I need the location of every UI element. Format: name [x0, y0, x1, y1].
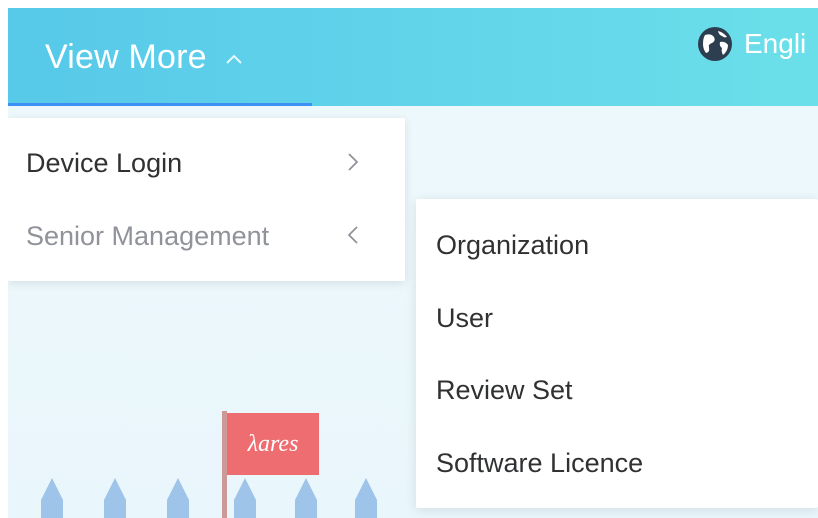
submenu-item-software-licence[interactable]: Software Licence [416, 427, 818, 499]
menu-item-label: Senior Management [26, 220, 270, 251]
chevron-left-icon [347, 226, 358, 244]
globe-icon [698, 27, 732, 61]
active-tab-underline [8, 103, 312, 106]
flag-text: λares [247, 430, 299, 457]
submenu-item-label: Review Set [436, 374, 573, 405]
decorative-pencil-body [355, 500, 377, 518]
menu-item-senior-management[interactable]: Senior Management [8, 200, 405, 272]
decorative-pencil-body [41, 500, 63, 518]
flag-logo: λares [227, 413, 319, 475]
decorative-pencil-body [234, 500, 256, 518]
decorative-pencil-body [104, 500, 126, 518]
decorative-pencil [104, 478, 126, 500]
decorative-pencil-body [295, 500, 317, 518]
submenu-item-label: Software Licence [436, 447, 644, 478]
decorative-pencil [355, 478, 377, 500]
menu-item-label: Device Login [26, 147, 183, 178]
chevron-right-icon [348, 153, 359, 171]
submenu-item-label: Organization [436, 229, 590, 260]
menu-item-device-login[interactable]: Device Login [8, 127, 405, 199]
decorative-pencil-body [167, 500, 189, 518]
submenu-item-user[interactable]: User [416, 282, 818, 354]
decorative-pencil [41, 478, 63, 500]
top-header: View More Engli [8, 8, 818, 106]
view-more-menu-button[interactable]: View More [8, 8, 312, 106]
view-more-label: View More [45, 37, 207, 76]
chevron-up-icon [226, 54, 242, 64]
submenu-item-label: User [436, 302, 494, 333]
senior-management-submenu: Organization User Review Set Software Li… [416, 199, 818, 508]
submenu-item-organization[interactable]: Organization [416, 209, 818, 281]
view-more-dropdown: Device Login Senior Management [8, 118, 405, 281]
page: View More Engli Device Login Senior Mana… [8, 8, 818, 518]
submenu-item-review-set[interactable]: Review Set [416, 354, 818, 426]
decorative-pencil [295, 478, 317, 500]
decorative-pencil [167, 478, 189, 500]
decorative-pencil [234, 478, 256, 500]
language-switcher[interactable]: Engli [696, 24, 806, 64]
language-label: Engli [744, 28, 807, 59]
